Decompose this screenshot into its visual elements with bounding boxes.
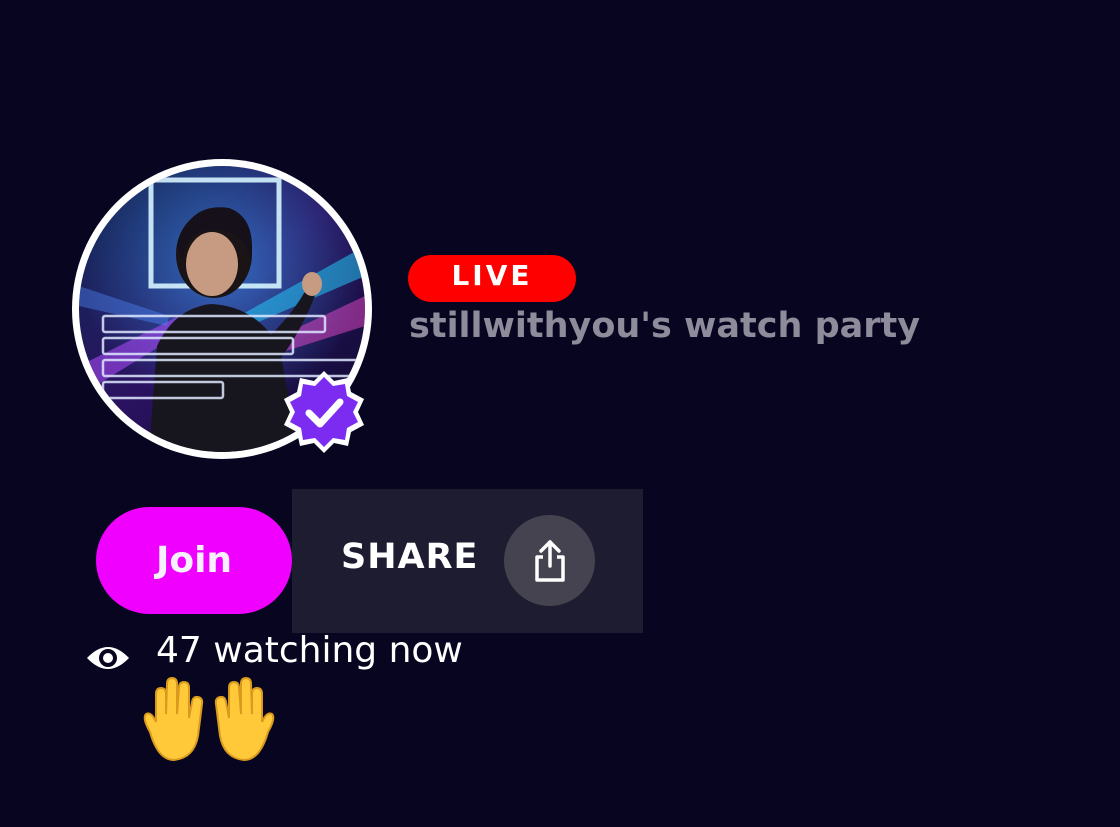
verified-check-icon <box>284 371 364 453</box>
watch-party-card: LIVE stillwithyou's watch party Join SHA… <box>0 0 1120 827</box>
share-upload-icon <box>534 539 565 582</box>
share-icon-button[interactable] <box>504 515 595 606</box>
share-button[interactable]: SHARE <box>292 489 643 633</box>
share-label: SHARE <box>341 537 479 577</box>
live-badge: LIVE <box>408 255 576 302</box>
viewer-count: 47 watching now <box>156 630 463 671</box>
raised-hands-icon <box>143 676 275 762</box>
host-avatar[interactable] <box>72 159 372 459</box>
eye-icon <box>87 647 129 669</box>
party-title: stillwithyou's watch party <box>409 306 921 346</box>
join-button[interactable]: Join <box>96 507 292 614</box>
